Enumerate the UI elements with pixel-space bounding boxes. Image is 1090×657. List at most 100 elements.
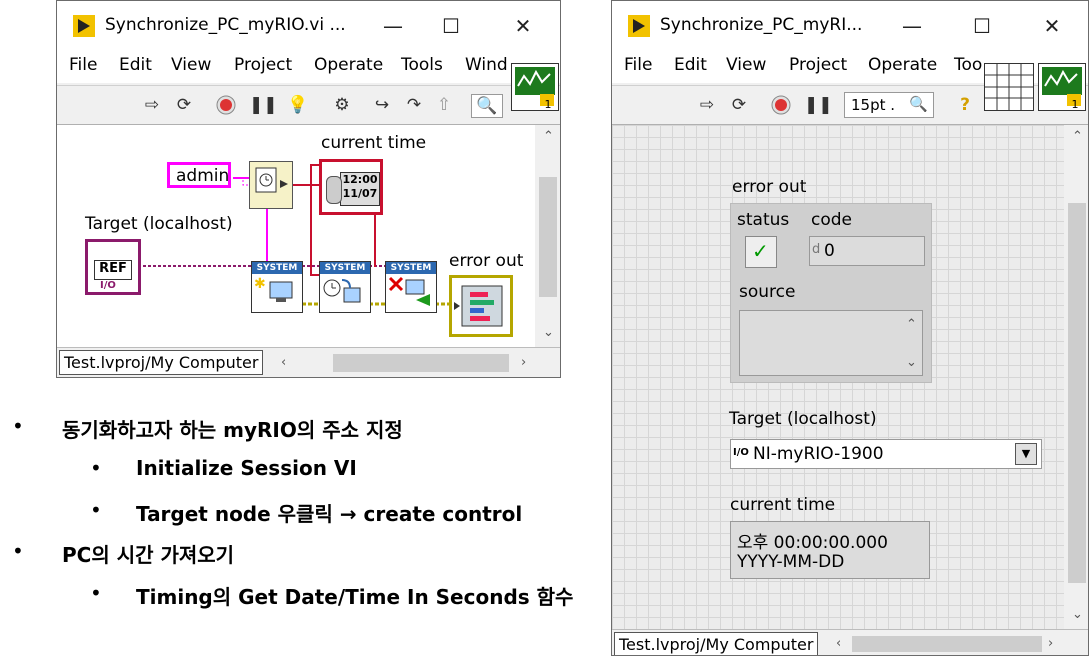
ref-text: REF: [99, 261, 127, 276]
current-time-line2: YYYY-MM-DD: [737, 552, 845, 572]
menu-tools[interactable]: Tools: [401, 55, 443, 75]
menu-window[interactable]: Wind: [465, 55, 508, 75]
toolbar: ⇨ ⟳ ❚❚ 💡 ⚙ ↪ ↷ ⇧ 🔍: [57, 85, 560, 125]
title-bar: Synchronize_PC_myRI... — ☐ ✕: [612, 1, 1088, 51]
vertical-scrollbar[interactable]: ⌃ ⌄: [1064, 125, 1088, 629]
pause-icon[interactable]: ❚❚: [804, 94, 833, 116]
run-continuously-icon[interactable]: ⟳: [173, 94, 195, 116]
menu-operate[interactable]: Operate: [314, 55, 383, 75]
search-icon[interactable]: 🔍: [471, 94, 503, 118]
minimize-button[interactable]: —: [894, 11, 930, 41]
run-continuously-icon[interactable]: ⟳: [728, 94, 750, 116]
step-over-icon[interactable]: ↷: [403, 94, 425, 116]
step-out-icon[interactable]: ⇧: [433, 94, 455, 116]
dropdown-arrow-icon[interactable]: ▼: [1015, 443, 1037, 465]
project-status-bar: Test.lvproj/My Computer ‹ ›: [57, 347, 560, 377]
bullet-marker: •: [12, 539, 24, 563]
highlight-execution-icon[interactable]: 💡: [287, 94, 309, 116]
initialize-session-subvi[interactable]: SYSTEM ✱: [251, 261, 303, 313]
scroll-left-arrow-icon[interactable]: ‹: [836, 636, 841, 651]
source-indicator: ⌃ ⌄: [739, 310, 923, 376]
status-indicator: ✓: [745, 236, 777, 268]
abort-icon[interactable]: [770, 94, 792, 116]
horizontal-scroll-thumb[interactable]: [333, 354, 509, 372]
bullet-item: 동기화하고자 하는 myRIO의 주소 지정: [62, 418, 403, 442]
menu-project[interactable]: Project: [789, 55, 847, 75]
connector-pane-grid[interactable]: [984, 63, 1034, 111]
scroll-left-arrow-icon[interactable]: ‹: [281, 355, 286, 370]
admin-string-constant[interactable]: admin: [167, 162, 231, 188]
scroll-right-arrow-icon[interactable]: ›: [1048, 636, 1053, 651]
menu-bar: File Edit View Project Operate Tools Win…: [57, 51, 560, 83]
vi-connector-icon[interactable]: 1: [1038, 63, 1086, 111]
menu-view[interactable]: View: [726, 55, 766, 75]
menu-edit[interactable]: Edit: [119, 55, 152, 75]
bullet-item: Initialize Session VI: [136, 456, 357, 480]
bullet-marker: •: [90, 581, 102, 605]
menu-file[interactable]: File: [624, 55, 652, 75]
front-panel-window: Synchronize_PC_myRI... — ☐ ✕ File Edit V…: [611, 0, 1089, 656]
bullet-marker: •: [90, 456, 102, 480]
step-into-icon[interactable]: ↪: [371, 94, 393, 116]
system-header: SYSTEM: [252, 262, 302, 274]
vertical-scrollbar[interactable]: ⌃ ⌄: [535, 125, 560, 347]
labview-vi-icon: [628, 15, 650, 37]
block-diagram: admin Target (localhost) REF I/O current…: [57, 125, 535, 347]
set-time-subvi[interactable]: SYSTEM: [319, 261, 371, 313]
abort-icon[interactable]: [215, 94, 237, 116]
close-session-subvi[interactable]: SYSTEM: [385, 261, 437, 313]
scroll-thumb[interactable]: [539, 177, 557, 297]
source-scroll-up-icon[interactable]: ⌃: [906, 317, 917, 332]
font-size-selector[interactable]: 15pt . 🔍: [844, 92, 934, 118]
clock-display: 12:00 11/07: [340, 172, 380, 206]
bullet-marker: •: [12, 414, 24, 438]
project-status-bar: Test.lvproj/My Computer ‹ ›: [612, 629, 1088, 655]
close-button[interactable]: ✕: [505, 11, 541, 41]
get-date-time-function[interactable]: [249, 161, 293, 209]
system-header: SYSTEM: [386, 262, 436, 274]
run-arrow-icon[interactable]: ⇨: [696, 94, 718, 116]
checkmark-icon: ✓: [752, 239, 769, 263]
target-terminal[interactable]: REF I/O: [85, 239, 141, 295]
help-icon[interactable]: ?: [954, 94, 976, 116]
target-control[interactable]: I/O NI-myRIO-1900 ▼: [730, 439, 1042, 469]
menu-edit[interactable]: Edit: [674, 55, 707, 75]
scroll-down-arrow-icon[interactable]: ⌄: [543, 325, 554, 340]
close-button[interactable]: ✕: [1034, 11, 1070, 41]
scroll-up-arrow-icon[interactable]: ⌃: [543, 129, 554, 144]
project-path: Test.lvproj/My Computer: [614, 632, 819, 655]
error-out-terminal[interactable]: [449, 275, 513, 337]
search-icon[interactable]: 🔍: [909, 95, 928, 113]
admin-text: admin: [176, 166, 230, 186]
menu-tools[interactable]: Too: [954, 55, 982, 75]
minimize-button[interactable]: —: [375, 11, 411, 41]
clock-date-text: 11/07: [342, 187, 378, 200]
svg-text:1: 1: [545, 98, 552, 110]
scroll-up-arrow-icon[interactable]: ⌃: [1072, 129, 1083, 144]
scroll-right-arrow-icon[interactable]: ›: [521, 355, 526, 370]
source-scroll-down-icon[interactable]: ⌄: [906, 355, 917, 370]
maximize-button[interactable]: ☐: [433, 11, 469, 41]
clock-time-text: 12:00: [342, 173, 378, 186]
scroll-thumb[interactable]: [1068, 203, 1086, 583]
maximize-button[interactable]: ☐: [964, 11, 1000, 41]
target-label: Target (localhost): [729, 409, 877, 429]
run-arrow-icon[interactable]: ⇨: [141, 94, 163, 116]
current-time-label: current time: [730, 495, 836, 515]
current-time-terminal[interactable]: 12:00 11/07: [319, 159, 383, 215]
window-title: Synchronize_PC_myRIO.vi ...: [105, 15, 346, 35]
computer-icon: ✱: [254, 276, 293, 302]
menu-file[interactable]: File: [69, 55, 97, 75]
retain-wire-values-icon[interactable]: ⚙: [331, 94, 353, 116]
pause-icon[interactable]: ❚❚: [249, 94, 278, 116]
menu-view[interactable]: View: [171, 55, 211, 75]
menu-project[interactable]: Project: [234, 55, 292, 75]
horizontal-scroll-thumb[interactable]: [852, 636, 1042, 652]
menu-operate[interactable]: Operate: [868, 55, 937, 75]
code-indicator: d 0: [809, 236, 925, 266]
svg-text:1: 1: [1072, 98, 1079, 110]
bullet-item: PC의 시간 가져오기: [62, 543, 235, 567]
calendar-clock-icon: [255, 167, 288, 193]
vi-connector-icon[interactable]: 1: [511, 63, 559, 111]
scroll-down-arrow-icon[interactable]: ⌄: [1072, 607, 1083, 622]
